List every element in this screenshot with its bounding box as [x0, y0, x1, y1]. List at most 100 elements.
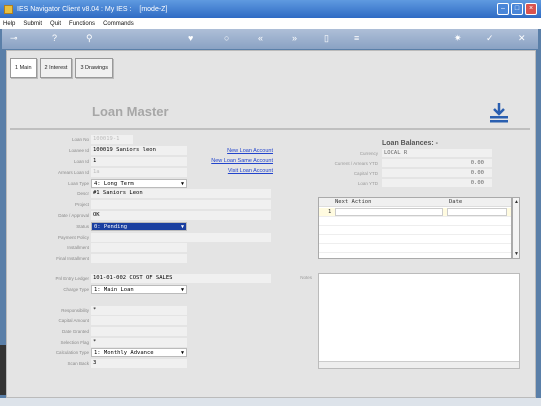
loanee-id-field[interactable]: 100019 Saniors leon — [91, 146, 187, 155]
tab-drawings[interactable]: 3 Drawings — [75, 58, 113, 78]
notes-label: Notes — [300, 275, 312, 280]
list-icon[interactable]: ≡ — [354, 32, 359, 44]
confirm-check-icon[interactable]: ✓ — [486, 32, 494, 44]
loan-id-field[interactable]: 1 — [91, 157, 187, 166]
descr-label: Descr — [77, 191, 89, 196]
date-granted-field[interactable] — [91, 327, 187, 336]
divider — [10, 128, 530, 130]
menu-submit[interactable]: Submit — [23, 21, 42, 27]
loan-type-label: Loan Type — [68, 181, 89, 186]
tab-interest[interactable]: 2 Interest — [39, 58, 73, 78]
arrears-loan-id-field: 1a — [91, 168, 187, 177]
payment-policy-field[interactable] — [91, 233, 271, 242]
visit-loan-account-link[interactable]: Visit Loan Account — [183, 168, 273, 174]
menu-commands[interactable]: Commands — [103, 21, 134, 27]
scroll-down-icon[interactable]: ▼ — [514, 251, 519, 257]
print-download-icon[interactable] — [488, 101, 510, 123]
charge-type-select[interactable]: 1: Main Loan ▼ — [91, 285, 187, 294]
capital-amount-field[interactable] — [91, 316, 187, 325]
new-loan-same-account-link[interactable]: New Loan Same Account — [183, 158, 273, 164]
help-icon[interactable]: ? — [52, 32, 57, 44]
loanee-id-label: Loanee Id — [68, 148, 89, 153]
key-icon[interactable]: ⊸ — [10, 32, 18, 44]
next-action-cell[interactable] — [335, 208, 443, 216]
menu-quit[interactable]: Quit — [50, 21, 61, 27]
tab-main[interactable]: 1 Main — [10, 58, 37, 78]
date-approval-label: Date / Approval — [58, 213, 89, 218]
payment-policy-label: Payment Policy — [57, 235, 89, 240]
date-granted-label: Date Granted — [61, 329, 89, 334]
loan-type-value: 4: Long Term — [94, 181, 134, 187]
cancel-icon[interactable]: ✕ — [518, 32, 526, 44]
notes-horizontal-scrollbar[interactable] — [319, 361, 519, 368]
scroll-up-icon[interactable]: ▲ — [514, 199, 519, 205]
loan-balances-title: Loan Balances: - — [382, 140, 439, 147]
table-row[interactable]: 1 — [319, 208, 511, 217]
responsibility-field[interactable]: * — [91, 306, 187, 315]
loan-type-select[interactable]: 4: Long Term ▼ — [91, 179, 187, 188]
capital-ytd-label: Capital YTD — [353, 171, 378, 176]
menu-functions[interactable]: Functions — [69, 21, 95, 27]
date-column-header: Date — [449, 199, 463, 205]
capital-ytd-field: 0.00 — [382, 169, 492, 177]
descr-field[interactable]: #1 Saniors Leon — [91, 189, 271, 198]
page-title: Loan Master — [92, 104, 169, 119]
next-record-icon[interactable]: » — [292, 32, 297, 44]
project-field[interactable] — [91, 200, 271, 209]
search-icon[interactable]: ⚲ — [86, 32, 93, 44]
table-row — [319, 217, 511, 226]
current-arrears-ytd-label: Current / Arrears YTD — [334, 161, 378, 166]
table-row — [319, 226, 511, 235]
notes-textarea[interactable] — [318, 273, 520, 369]
table-row — [319, 235, 511, 244]
installment-field[interactable] — [91, 243, 187, 252]
capital-amount-label: Capital Amount — [58, 318, 89, 323]
currency-label: Currency — [359, 151, 378, 156]
chevron-down-icon: ▼ — [180, 224, 184, 230]
date-cell[interactable] — [447, 208, 507, 216]
scan-back-label: Scan Back — [67, 361, 89, 366]
loan-ytd-field: 0.00 — [382, 179, 492, 187]
close-button[interactable]: × — [525, 3, 537, 15]
current-arrears-ytd-field: 0.00 — [382, 159, 492, 167]
calculation-type-select[interactable]: 1: Monthly Advance ▼ — [91, 348, 187, 357]
menu-bar: Help Submit Quit Functions Commands — [0, 18, 541, 29]
grid-scrollbar[interactable]: ▲ ▼ — [512, 197, 520, 259]
status-label: Status — [76, 224, 89, 229]
selection-flag-label: Selection Flag — [60, 340, 89, 345]
table-row — [319, 244, 511, 253]
loan-no-field: 100019-1 — [91, 135, 133, 144]
menu-help[interactable]: Help — [3, 21, 15, 27]
next-action-grid[interactable]: Next Action Date 1 — [318, 197, 512, 259]
charge-type-value: 1: Main Loan — [94, 287, 134, 293]
status-select[interactable]: 0: Pending ▼ — [91, 222, 187, 231]
final-installment-field[interactable] — [91, 254, 187, 263]
chevron-down-icon: ▼ — [180, 287, 184, 293]
scan-back-field[interactable]: 3 — [91, 359, 187, 368]
new-loan-account-link[interactable]: New Loan Account — [183, 148, 273, 154]
tab-bar: 1 Main 2 Interest 3 Drawings — [10, 58, 113, 80]
status-value: 0: Pending — [94, 224, 128, 230]
arrears-loan-id-label: Arrears Loan Id — [57, 170, 89, 175]
window-title: IES Navigator Client v8.04 : My IES : — [17, 5, 132, 13]
document-icon[interactable]: ▯ — [324, 32, 329, 44]
chevron-down-icon: ▼ — [180, 181, 184, 187]
date-approval-field[interactable]: OK — [91, 211, 271, 220]
settings-icon[interactable]: ✷ — [454, 32, 462, 44]
project-label: Project — [74, 202, 89, 207]
toolbar: ⊸ ? ⚲ ♥ ○ « » ▯ ≡ ✷ ✓ ✕ — [2, 29, 538, 49]
grid-header: Next Action Date — [319, 198, 511, 207]
first-record-icon[interactable]: « — [258, 32, 263, 44]
maximize-button[interactable]: □ — [511, 3, 523, 15]
loan-id-label: Loan Id — [73, 159, 89, 164]
currency-field: LOCAL R — [382, 149, 492, 157]
refresh-icon[interactable]: ○ — [224, 32, 229, 44]
selection-flag-field[interactable]: * — [91, 338, 187, 347]
calculation-type-label: Calculation Type — [55, 350, 89, 355]
responsibility-label: Responsibility — [61, 308, 89, 313]
favorite-heart-icon[interactable]: ♥ — [188, 32, 193, 44]
charge-type-label: Charge Type — [63, 287, 89, 292]
minimize-button[interactable]: – — [497, 3, 509, 15]
title-bar: IES Navigator Client v8.04 : My IES : [m… — [0, 0, 541, 18]
status-bar — [0, 398, 541, 406]
